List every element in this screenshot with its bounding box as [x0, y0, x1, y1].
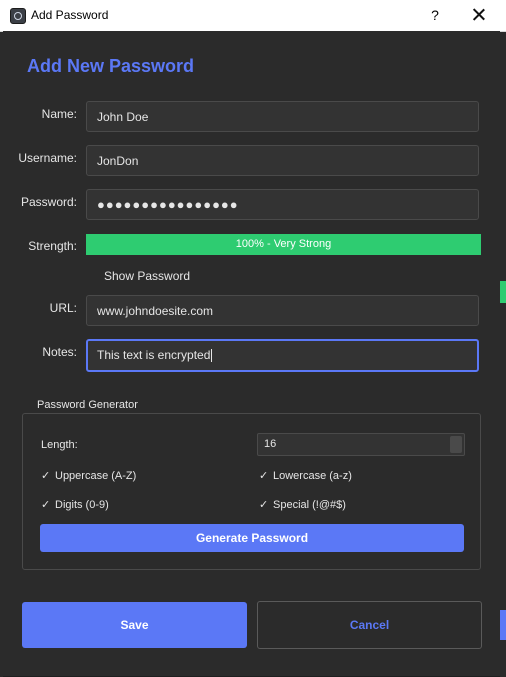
password-field[interactable]: ●●●●●●●●●●●●●●●● — [86, 189, 479, 220]
save-button[interactable]: Save — [22, 602, 247, 648]
notes-field[interactable]: This text is encrypted — [86, 339, 479, 372]
app-icon — [10, 8, 26, 24]
show-password-toggle[interactable]: Show Password — [104, 269, 190, 283]
cancel-button[interactable]: Cancel — [257, 601, 482, 649]
lowercase-label: Lowercase (a-z) — [273, 470, 352, 482]
special-checkbox[interactable]: ✓ Special (!@#$) — [259, 498, 346, 511]
uppercase-checkbox[interactable]: ✓ Uppercase (A-Z) — [41, 469, 136, 482]
page-title: Add New Password — [27, 56, 195, 76]
generate-password-button[interactable]: Generate Password — [40, 524, 464, 552]
length-stepper[interactable]: 16 — [257, 433, 465, 456]
generator-title: Password Generator — [37, 399, 138, 411]
special-label: Special (!@#$) — [273, 499, 346, 511]
name-field[interactable]: John Doe — [86, 101, 479, 132]
uppercase-label: Uppercase (A-Z) — [55, 470, 137, 482]
digits-label: Digits (0-9) — [55, 499, 109, 511]
window-title: Add Password — [31, 8, 109, 22]
checkmark-icon: ✓ — [259, 499, 269, 511]
digits-checkbox[interactable]: ✓ Digits (0-9) — [41, 498, 109, 511]
strength-label: Strength: — [28, 239, 77, 253]
username-label: Username: — [18, 151, 77, 165]
notes-text: This text is encrypted — [97, 348, 211, 362]
length-value: 16 — [264, 438, 277, 450]
checkmark-icon: ✓ — [41, 499, 51, 511]
checkmark-icon: ✓ — [41, 470, 51, 482]
background-strength-sliver — [500, 281, 506, 303]
text-caret — [211, 349, 213, 363]
background-window-edge-right — [500, 30, 506, 677]
password-label: Password: — [20, 195, 77, 209]
stepper-arrows-icon[interactable] — [450, 436, 462, 453]
username-field[interactable]: JonDon — [86, 145, 479, 176]
name-label: Name: — [41, 107, 77, 121]
password-generator-group: Length: 16 ✓ Uppercase (A-Z) ✓ Lowercase (… — [22, 413, 481, 570]
close-icon[interactable] — [466, 4, 492, 26]
checkmark-icon: ✓ — [259, 470, 269, 482]
background-button-sliver — [500, 610, 506, 640]
add-password-dialog: Add New Password Name: John Doe Username… — [3, 31, 500, 676]
url-label: URL: — [49, 301, 77, 315]
title-bar: Add Password ? — [0, 0, 506, 32]
notes-label: Notes: — [42, 345, 77, 359]
help-button[interactable]: ? — [425, 4, 445, 26]
url-field[interactable]: www.johndoesite.com — [86, 295, 479, 326]
lowercase-checkbox[interactable]: ✓ Lowercase (a-z) — [259, 469, 352, 482]
strength-meter: 100% - Very Strong — [86, 234, 481, 255]
length-label: Length: — [41, 439, 78, 451]
